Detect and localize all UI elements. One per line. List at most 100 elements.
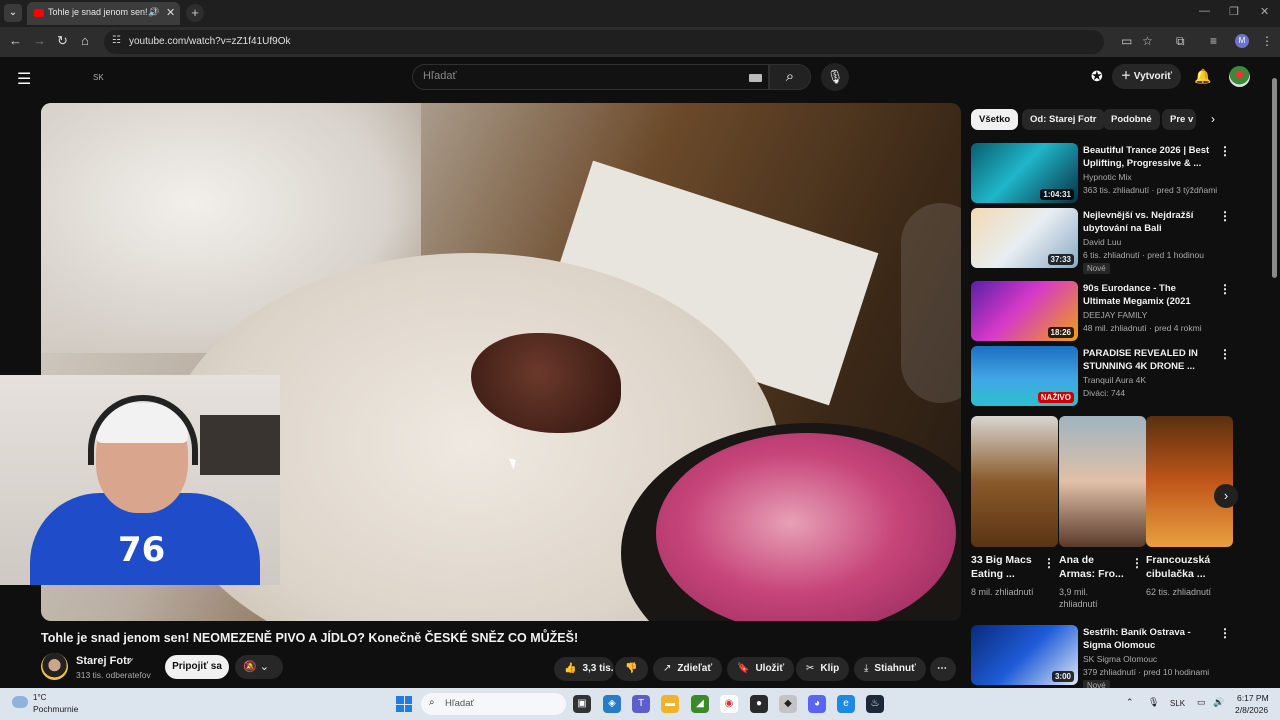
chip-from-channel[interactable]: Od: Starej Fotr	[1022, 109, 1105, 130]
recommendation-thumbnail[interactable]: 18:26	[971, 281, 1078, 341]
recommendation-title[interactable]: 90s Eurodance - The Ultimate Megamix (20…	[1083, 282, 1213, 308]
language-indicator[interactable]: SLK	[1170, 699, 1185, 708]
channel-name[interactable]: Starej Fotr	[76, 655, 131, 667]
recommendation-item[interactable]: 3:00 Sestřih: Baník Ostrava - Sigma Olom…	[971, 625, 1231, 691]
profile-avatar[interactable]: M	[1235, 34, 1249, 48]
keyboard-icon[interactable]	[749, 74, 762, 82]
file-explorer-icon[interactable]: ▬	[661, 695, 679, 713]
subscribe-button[interactable]: Pripojiť sa	[165, 655, 229, 679]
recommendation-title[interactable]: PARADISE REVEALED IN STUNNING 4K DRONE .…	[1083, 347, 1213, 373]
home-icon[interactable]: ⌂	[81, 33, 89, 48]
notifications-bell-icon[interactable]: 🔔	[1194, 68, 1211, 85]
network-icon[interactable]: ▭	[1197, 697, 1206, 708]
windows-start-icon[interactable]	[396, 696, 412, 712]
volume-icon[interactable]: 🔊	[1213, 697, 1224, 708]
short-title[interactable]: 33 Big Macs Eating ...	[971, 553, 1041, 581]
address-bar[interactable]: ☷ youtube.com/watch?v=zZ1f41Uf9Ok	[104, 30, 1104, 54]
app-diamond-icon[interactable]: ◆	[779, 695, 797, 713]
notification-settings-button[interactable]: 🔕 ⌄	[235, 655, 283, 679]
audio-playing-icon[interactable]: 🔊	[148, 7, 159, 18]
more-actions-button[interactable]: ⋯	[930, 657, 956, 681]
minimize-icon[interactable]: —	[1199, 5, 1210, 17]
weather-description[interactable]: Pochmurnie	[33, 704, 78, 714]
create-button[interactable]: ＋ Vytvoriť	[1112, 64, 1181, 89]
teams-icon[interactable]: T	[632, 695, 650, 713]
nvidia-icon[interactable]: ◢	[691, 695, 709, 713]
browser-tab[interactable]: Tohle je snad jenom sen! N 🔊 ✕	[27, 2, 180, 25]
shorts-next-button[interactable]: ›	[1214, 484, 1238, 508]
chip-related[interactable]: Podobné	[1103, 109, 1160, 130]
recommendation-channel[interactable]: DEEJAY FAMILY	[1083, 310, 1147, 320]
more-vertical-icon[interactable]: ⋮	[1219, 347, 1231, 361]
short-thumbnail[interactable]	[1059, 416, 1146, 547]
recommendation-channel[interactable]: SK Sigma Olomouc	[1083, 654, 1157, 664]
obs-icon[interactable]: ●	[750, 695, 768, 713]
tab-close-icon[interactable]: ✕	[166, 6, 175, 19]
recommendation-item[interactable]: 37:33 Nejlevnější vs. Nejdražší ubytován…	[971, 208, 1231, 274]
clock-date[interactable]: 2/8/2026	[1235, 705, 1268, 715]
chat-icon[interactable]: ✪	[1091, 68, 1103, 85]
recommendation-channel[interactable]: Hypnotic Mix	[1083, 172, 1132, 182]
bookmark-star-icon[interactable]: ☆	[1142, 34, 1153, 48]
recommendation-channel[interactable]: David Luu	[1083, 237, 1121, 247]
page-scrollbar[interactable]	[1271, 66, 1278, 686]
account-avatar[interactable]	[1229, 66, 1250, 87]
channel-avatar[interactable]	[41, 653, 68, 680]
maximize-icon[interactable]: ❐	[1229, 5, 1239, 18]
chip-all[interactable]: Všetko	[971, 109, 1019, 130]
recommendation-title[interactable]: Sestřih: Baník Ostrava - Sigma Olomouc	[1083, 626, 1213, 652]
back-icon[interactable]: ←	[9, 33, 22, 48]
more-vertical-icon[interactable]: ⋮	[1131, 556, 1143, 570]
edge-icon[interactable]: e	[837, 695, 855, 713]
task-view-icon[interactable]: ▣	[573, 695, 591, 713]
scrollbar-thumb[interactable]	[1272, 78, 1277, 278]
tray-microphone-icon[interactable]: 🎙	[1148, 697, 1159, 708]
short-thumbnail[interactable]	[971, 416, 1058, 547]
close-window-icon[interactable]: ✕	[1260, 5, 1269, 18]
clip-button[interactable]: ✂ Klip	[796, 657, 850, 681]
taskbar-search-input[interactable]: ⌕ Hľadať	[421, 693, 566, 715]
chrome-icon[interactable]: ◉	[720, 695, 738, 713]
hamburger-menu-icon[interactable]: ☰	[17, 69, 31, 89]
recommendation-channel[interactable]: Tranquil Aura 4K	[1083, 375, 1146, 385]
save-button[interactable]: 🔖 Uložiť	[727, 657, 795, 681]
more-vertical-icon[interactable]: ⋮	[1219, 626, 1231, 640]
recommendation-thumbnail[interactable]: 1:04:31	[971, 143, 1078, 203]
dislike-button[interactable]: 👎	[615, 657, 648, 681]
media-control-icon[interactable]: ≡	[1210, 34, 1217, 48]
recommendation-thumbnail[interactable]: NAŽIVO	[971, 346, 1078, 406]
recommendation-item[interactable]: 18:26 90s Eurodance - The Ultimate Megam…	[971, 281, 1231, 341]
like-button[interactable]: 👍 3,3 tis.	[554, 657, 614, 681]
recommendation-title[interactable]: Nejlevnější vs. Nejdražší ubytování na B…	[1083, 209, 1213, 235]
new-tab-button[interactable]: +	[186, 4, 204, 22]
recommendation-item[interactable]: 1:04:31 Beautiful Trance 2026 | Best Upl…	[971, 143, 1231, 203]
forward-icon[interactable]: →	[33, 33, 46, 48]
browser-menu-icon[interactable]: ⋮	[1261, 34, 1273, 48]
steam-icon[interactable]: ♨	[866, 695, 884, 713]
tray-chevron-up-icon[interactable]: ⌃	[1126, 697, 1134, 708]
recommendation-thumbnail[interactable]: 3:00	[971, 625, 1078, 685]
reload-icon[interactable]: ↻	[57, 33, 68, 49]
chip-for-you[interactable]: Pre v	[1162, 109, 1196, 130]
widgets-icon[interactable]: ◈	[603, 695, 621, 713]
cast-icon[interactable]: ▭	[1121, 34, 1132, 48]
chevron-right-icon[interactable]: ›	[1211, 112, 1215, 126]
clock-time[interactable]: 6:17 PM	[1237, 693, 1269, 703]
cloud-icon[interactable]	[12, 696, 28, 708]
weather-temperature[interactable]: 1°C	[33, 693, 46, 702]
short-title[interactable]: Francouzská cibulačka ...	[1146, 553, 1216, 581]
short-title[interactable]: Ana de Armas: Fro...	[1059, 553, 1129, 581]
search-input[interactable]: Hľadať	[412, 64, 769, 90]
share-button[interactable]: ↗ Zdieľať	[653, 657, 723, 681]
download-button[interactable]: ⤓ Stiahnuť	[854, 657, 926, 681]
voice-search-button[interactable]: 🎙	[821, 63, 849, 91]
recommendation-title[interactable]: Beautiful Trance 2026 | Best Uplifting, …	[1083, 144, 1213, 170]
search-button[interactable]: ⌕	[769, 64, 811, 90]
more-vertical-icon[interactable]: ⋮	[1219, 209, 1231, 223]
url-text[interactable]: youtube.com/watch?v=zZ1f41Uf9Ok	[129, 36, 290, 47]
more-vertical-icon[interactable]: ⋮	[1043, 556, 1055, 570]
discord-icon[interactable]: ◕	[808, 695, 826, 713]
site-info-icon[interactable]: ☷	[112, 35, 121, 46]
recommendation-item[interactable]: NAŽIVO PARADISE REVEALED IN STUNNING 4K …	[971, 346, 1231, 406]
more-vertical-icon[interactable]: ⋮	[1219, 282, 1231, 296]
